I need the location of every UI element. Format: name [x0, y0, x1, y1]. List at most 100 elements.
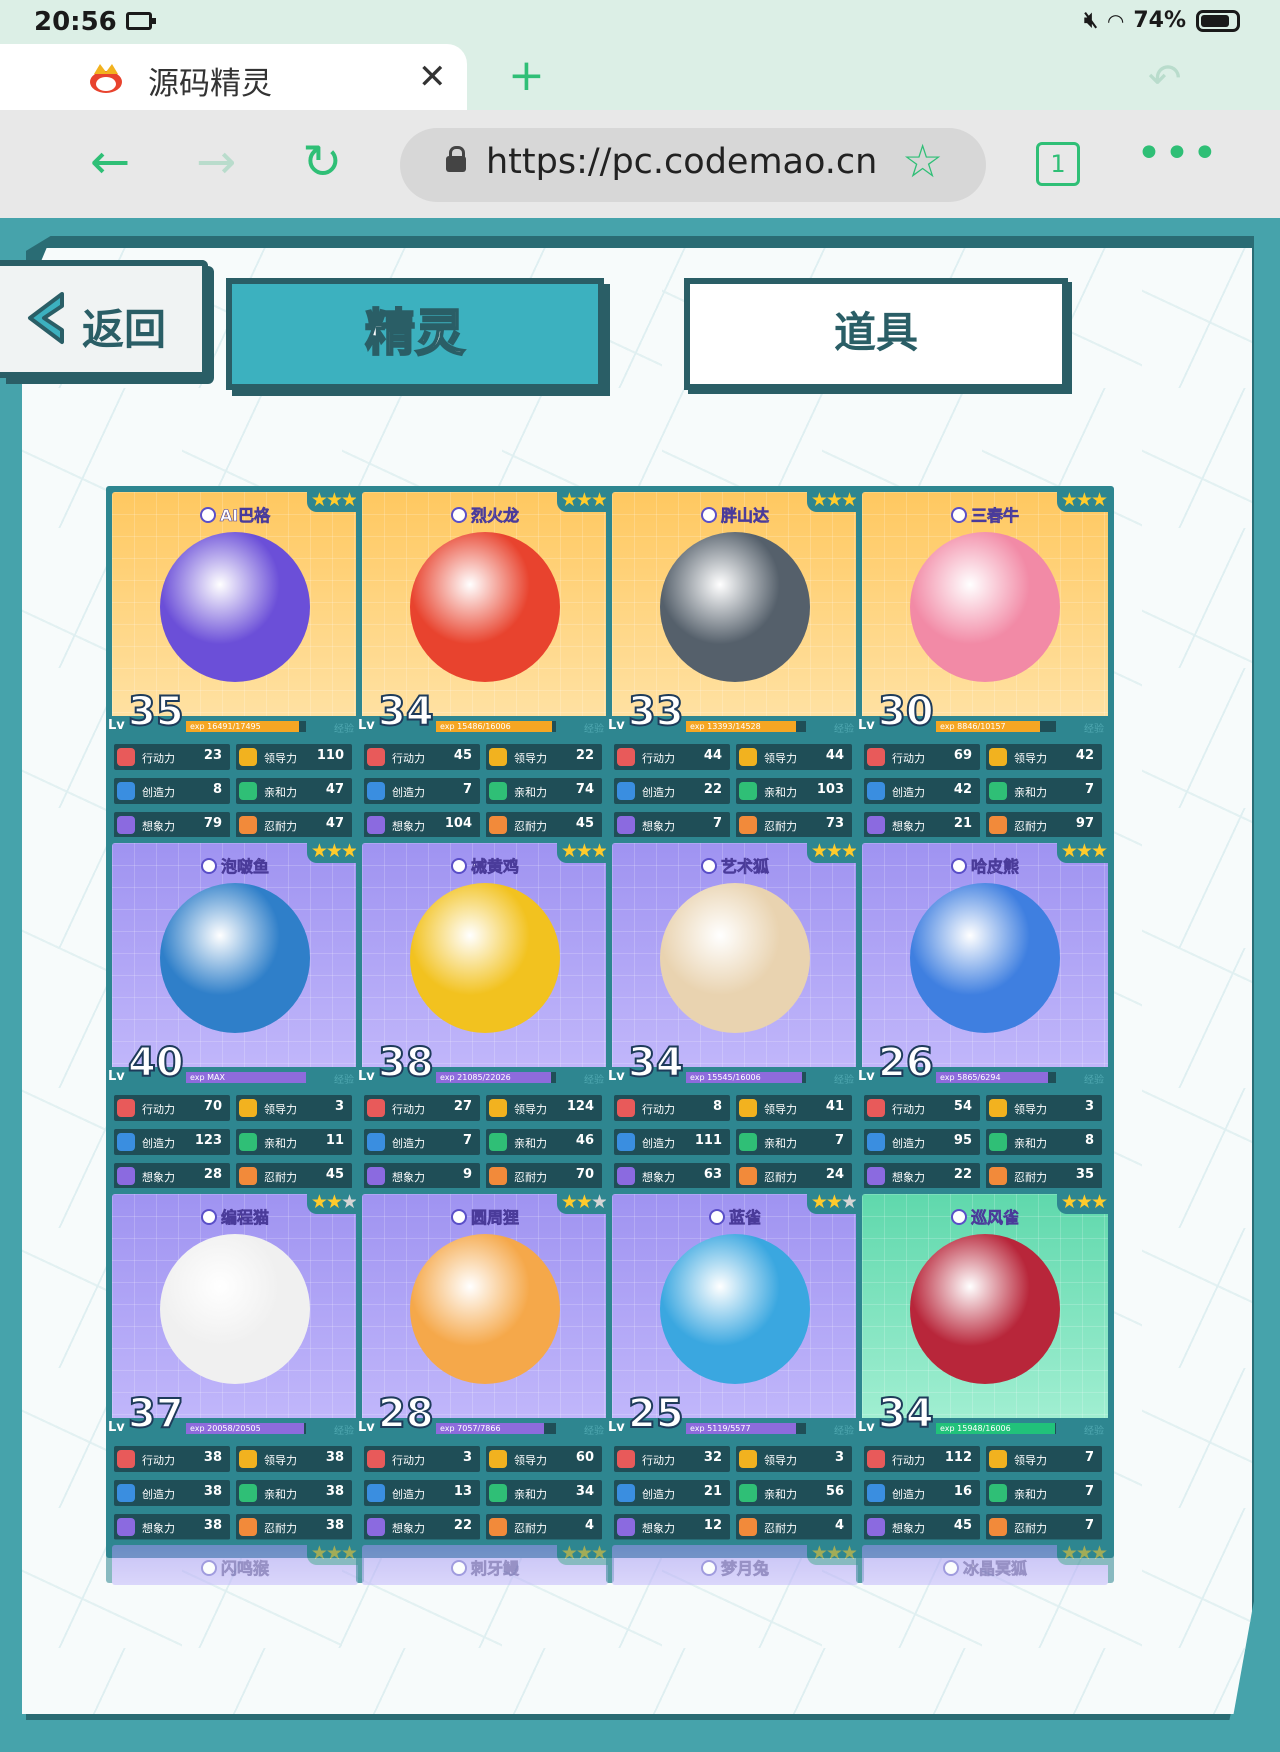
sprite-card[interactable]: 泡啵鱼 ★★★ Lv 40 exp MAX 经验 行动力 70 领导力 3 创造力 123 亲和力 11 想… — [106, 837, 364, 1207]
undo-icon[interactable]: ↶ — [1148, 56, 1182, 102]
stat-label: 创造力 — [392, 1488, 425, 1501]
bookmark-star-icon[interactable]: ☆ — [902, 138, 943, 184]
stat-row: 行动力 23 — [114, 744, 230, 770]
sprite-card[interactable]: 蓝雀 ★★★ Lv 25 exp 5119/5577 经验 行动力 32 领导力 3 创造力 21 亲和… — [606, 1188, 864, 1558]
stat-icon — [239, 1167, 257, 1185]
stat-row: 忍耐力 45 — [486, 812, 602, 838]
sprite-card-partial[interactable]: 冰晶冥狐 ★★★ — [856, 1539, 1114, 1585]
tab-count-button[interactable]: 1 — [1036, 142, 1080, 186]
stat-value: 22 — [453, 1518, 472, 1533]
stat-value: 7 — [462, 1133, 472, 1148]
sprite-portrait — [410, 532, 560, 683]
stat-value: 4 — [834, 1518, 844, 1533]
stat-row: 创造力 7 — [364, 1129, 480, 1155]
stat-row: 忍耐力 97 — [986, 812, 1102, 838]
stat-row: 创造力 95 — [864, 1129, 980, 1155]
stat-label: 亲和力 — [764, 1488, 797, 1501]
star-filled-icon: ★ — [325, 840, 343, 862]
star-filled-icon: ★ — [590, 489, 608, 511]
stat-icon — [739, 816, 757, 834]
sprite-card-partial[interactable]: 梦月兔 ★★★ — [606, 1539, 864, 1585]
stat-label: 忍耐力 — [764, 1171, 797, 1184]
stat-value: 74 — [575, 782, 594, 797]
stat-row: 想象力 28 — [114, 1163, 230, 1189]
sprite-portrait — [910, 532, 1060, 683]
back-button[interactable]: 返回 — [0, 260, 208, 378]
stat-label: 亲和力 — [764, 1137, 797, 1150]
stat-row: 想象力 9 — [364, 1163, 480, 1189]
address-bar[interactable]: https://pc.codemao.cn ☆ — [400, 128, 986, 202]
sprite-portrait — [410, 883, 560, 1034]
sprite-name-text: 泡啵鱼 — [220, 857, 270, 877]
rarity-stars: ★★★ — [806, 1541, 860, 1565]
stat-row: 忍耐力 35 — [986, 1163, 1102, 1189]
stat-value: 21 — [953, 816, 972, 831]
stat-icon — [739, 1484, 757, 1502]
stat-icon — [239, 782, 257, 800]
stat-row: 忍耐力 4 — [486, 1514, 602, 1540]
sprite-name-text: 梦月兔 — [720, 1559, 770, 1579]
stat-row: 想象力 21 — [864, 812, 980, 838]
more-menu-icon[interactable]: ••• — [1136, 128, 1220, 179]
wifi-icon: ◠ — [1107, 8, 1124, 33]
sprite-card-partial[interactable]: 刺牙鳗 ★★★ — [356, 1539, 614, 1585]
screen-record-icon — [126, 12, 156, 30]
sprite-card[interactable]: AI巴格 ★★★ Lv 35 exp 16491/17495 经验 行动力 23 领导力 110 创… — [106, 486, 364, 856]
sprite-card[interactable]: 巡风雀 ★★★ Lv 34 exp 15948/16006 经验 行动力 112 领导力 7 创造力… — [856, 1188, 1114, 1558]
stat-icon — [117, 748, 135, 766]
stat-label: 想象力 — [892, 1522, 925, 1535]
stat-icon — [739, 1099, 757, 1117]
stat-value: 46 — [575, 1133, 594, 1148]
stat-label: 领导力 — [264, 752, 297, 765]
stat-icon — [367, 748, 385, 766]
stat-icon — [367, 782, 385, 800]
sprite-card[interactable]: 编程猫 ★★★ Lv 37 exp 20058/20505 经验 行动力 38 领导力 38 创造力… — [106, 1188, 364, 1558]
back-arrow-icon[interactable]: ← — [90, 138, 130, 186]
stat-icon — [489, 782, 507, 800]
exp-label: 经验 — [334, 1426, 354, 1437]
stat-row: 想象力 63 — [614, 1163, 730, 1189]
new-tab-button[interactable]: + — [508, 50, 545, 101]
exp-bar: exp 21085/22026 — [436, 1072, 556, 1083]
stat-row: 忍耐力 24 — [736, 1163, 852, 1189]
sprite-card-partial[interactable]: 闪鸣猴 ★★★ — [106, 1539, 364, 1585]
sprite-card[interactable]: 械黄鸡 ★★★ Lv 38 exp 21085/22026 经验 行动力 27 领导力 124 创造… — [356, 837, 614, 1207]
stat-row: 忍耐力 38 — [236, 1514, 352, 1540]
exp-label: 经验 — [834, 1426, 854, 1437]
stat-icon — [867, 1099, 885, 1117]
forward-arrow-icon[interactable]: → — [196, 138, 236, 186]
sprite-card[interactable]: 烈火龙 ★★★ Lv 34 exp 15486/16006 经验 行动力 45 领导力 22 创造力… — [356, 486, 614, 856]
sprite-portrait — [660, 883, 810, 1034]
stat-label: 行动力 — [642, 752, 675, 765]
close-tab-icon[interactable]: ✕ — [418, 60, 447, 94]
stat-value: 110 — [316, 748, 344, 763]
exp-bar: exp 16491/17495 — [186, 721, 306, 732]
sprite-card[interactable]: 胖山达 ★★★ Lv 33 exp 13393/14528 经验 行动力 44 领导力 44 创造力… — [606, 486, 864, 856]
tab-sprites[interactable]: 精灵 — [226, 278, 604, 390]
tab-items[interactable]: 道具 — [684, 278, 1068, 390]
rarity-stars: ★★★ — [1056, 488, 1110, 512]
stat-row: 领导力 3 — [986, 1095, 1102, 1121]
stat-row: 行动力 70 — [114, 1095, 230, 1121]
star-filled-icon: ★ — [310, 489, 328, 511]
browser-tab[interactable]: 源码精灵 ✕ — [0, 44, 467, 110]
level-label: Lv — [608, 1420, 625, 1435]
level-label: Lv — [108, 1420, 125, 1435]
stat-value: 42 — [1075, 748, 1094, 763]
sprite-card[interactable]: 圆周狸 ★★★ Lv 28 exp 7057/7866 经验 行动力 3 领导力 60 创造力 13 亲… — [356, 1188, 614, 1558]
stat-value: 34 — [575, 1484, 594, 1499]
sprite-card[interactable]: 三春牛 ★★★ Lv 30 exp 8846/10157 经验 行动力 69 领导力 42 创造力 4… — [856, 486, 1114, 856]
stat-label: 创造力 — [642, 1137, 675, 1150]
stat-row: 亲和力 7 — [736, 1129, 852, 1155]
stat-row: 行动力 27 — [364, 1095, 480, 1121]
stat-icon — [989, 782, 1007, 800]
rarity-stars: ★★★ — [1056, 839, 1110, 863]
sprite-card[interactable]: 艺术狐 ★★★ Lv 34 exp 15545/16006 经验 行动力 8 领导力 41 创造力 1… — [606, 837, 864, 1207]
star-filled-icon: ★ — [340, 840, 358, 862]
exp-text: exp 7057/7866 — [440, 1424, 501, 1433]
exp-text: exp 15545/16006 — [690, 1073, 761, 1082]
sprite-card[interactable]: 哈皮熊 ★★★ Lv 26 exp 5865/6294 经验 行动力 54 领导力 3 创造力 95 亲… — [856, 837, 1114, 1207]
reload-icon[interactable]: ↻ — [302, 138, 342, 186]
stat-value: 45 — [953, 1518, 972, 1533]
element-icon — [708, 1209, 725, 1225]
